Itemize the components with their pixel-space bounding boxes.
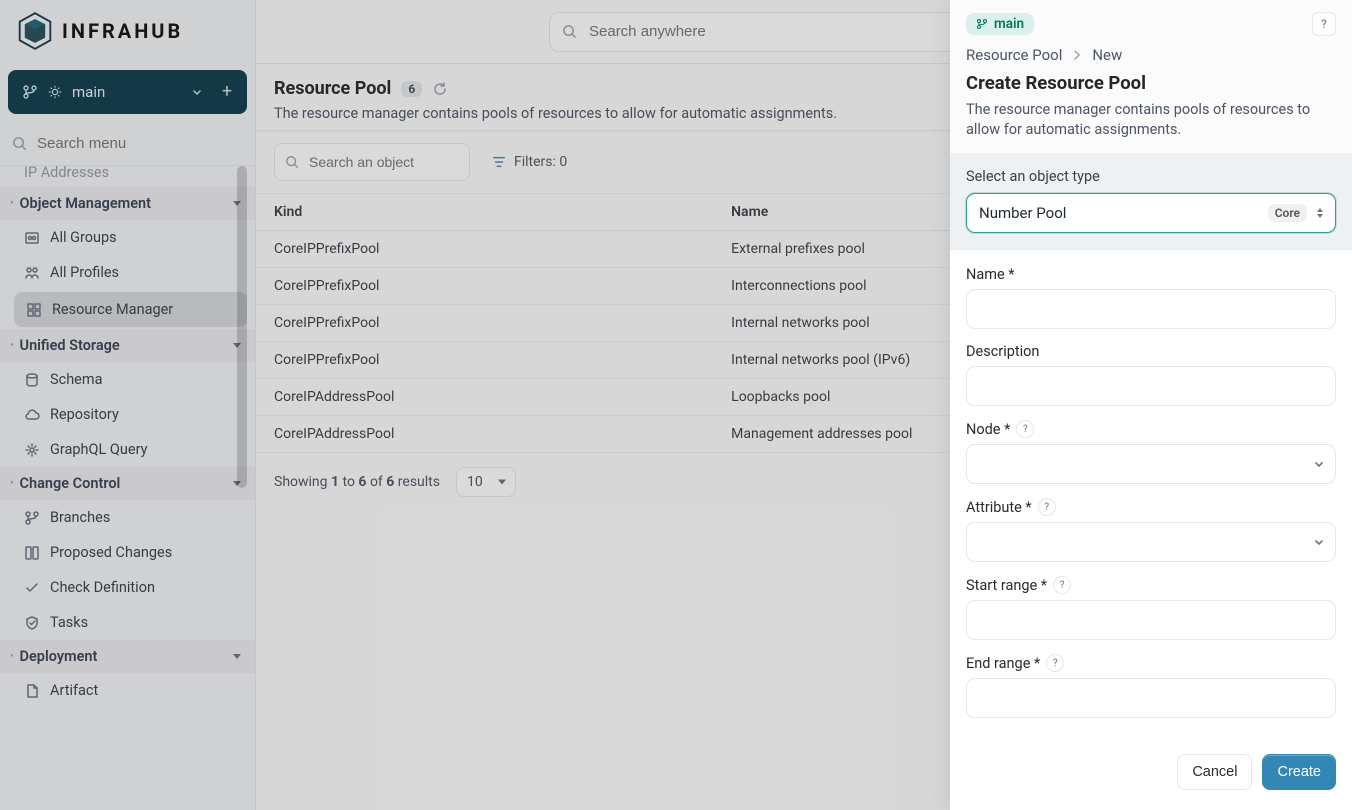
create-drawer: main ? Resource Pool New Create Resource… (950, 0, 1352, 810)
chevron-down-icon (1313, 536, 1325, 548)
object-type-band: Select an object type Number Pool Core (950, 154, 1352, 250)
branch-icon (976, 18, 988, 30)
node-select[interactable] (966, 444, 1336, 484)
object-type-badge: Core (1268, 204, 1307, 222)
description-field[interactable] (966, 366, 1336, 406)
object-type-select[interactable]: Number Pool Core (966, 193, 1336, 233)
sort-icon (1313, 208, 1327, 218)
branch-chip-label: main (994, 16, 1024, 32)
chevron-right-icon (1072, 50, 1082, 60)
cancel-button[interactable]: Cancel (1177, 754, 1252, 790)
label-node: Node * (966, 421, 1010, 438)
crumb-root[interactable]: Resource Pool (966, 46, 1062, 64)
help-icon[interactable]: ? (1053, 576, 1071, 594)
object-type-value: Number Pool (979, 204, 1268, 222)
label-attribute: Attribute * (966, 499, 1032, 516)
create-form: Name * Description Node * ? (950, 250, 1352, 744)
label-name: Name * (966, 266, 1014, 283)
attribute-select[interactable] (966, 522, 1336, 562)
end-range-field[interactable] (966, 678, 1336, 718)
help-icon[interactable]: ? (1046, 654, 1064, 672)
drawer-footer: Cancel Create (950, 744, 1352, 810)
label-start: Start range * (966, 577, 1047, 594)
name-field[interactable] (966, 289, 1336, 329)
create-button[interactable]: Create (1262, 754, 1336, 790)
label-end: End range * (966, 655, 1040, 672)
label-description: Description (966, 343, 1039, 360)
drawer-description: The resource manager contains pools of r… (966, 100, 1336, 139)
object-type-label: Select an object type (966, 168, 1336, 185)
chevron-down-icon (1313, 458, 1325, 470)
drawer-header: main ? Resource Pool New Create Resource… (950, 0, 1352, 154)
branch-chip[interactable]: main (966, 13, 1034, 35)
breadcrumb: Resource Pool New (966, 46, 1336, 64)
help-icon[interactable]: ? (1038, 498, 1056, 516)
help-icon[interactable]: ? (1016, 420, 1034, 438)
help-button[interactable]: ? (1312, 12, 1336, 36)
start-range-field[interactable] (966, 600, 1336, 640)
drawer-title: Create Resource Pool (966, 72, 1336, 94)
crumb-leaf: New (1092, 46, 1122, 64)
